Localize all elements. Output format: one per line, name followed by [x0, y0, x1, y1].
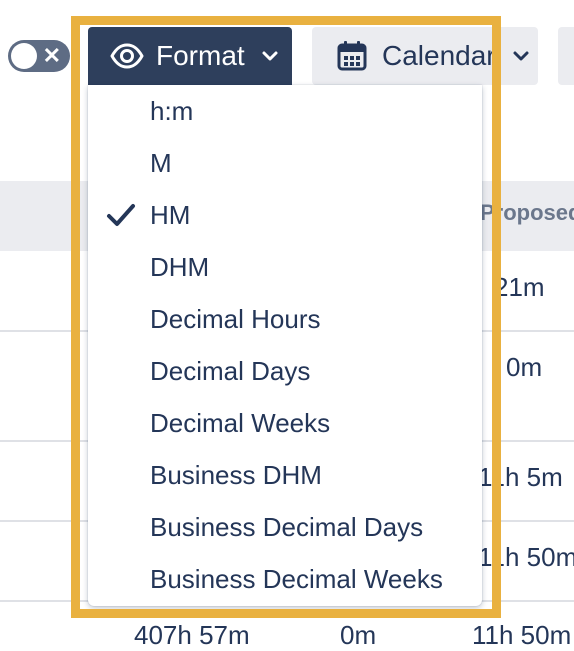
menu-item-m[interactable]: M	[88, 137, 482, 189]
menu-item-business-decimal-days[interactable]: Business Decimal Days	[88, 501, 482, 553]
menu-item-label: HM	[150, 199, 191, 230]
menu-item-dhm[interactable]: DHM	[88, 241, 482, 293]
menu-item-hm-colon[interactable]: h:m	[88, 85, 482, 137]
column-header-proposed: Proposed	[480, 200, 574, 225]
menu-item-label: DHM	[150, 251, 210, 282]
toolbar-button-partial[interactable]	[558, 27, 574, 85]
toggle-switch[interactable]: ✕	[8, 40, 70, 72]
calendar-label: Calendar	[382, 40, 496, 71]
menu-item-decimal-weeks[interactable]: Decimal Weeks	[88, 397, 482, 449]
menu-item-hm[interactable]: HM	[88, 189, 482, 241]
menu-item-decimal-days[interactable]: Decimal Days	[88, 345, 482, 397]
chevron-down-icon	[262, 51, 278, 61]
calendar-icon	[337, 41, 367, 71]
table-cell-proposed: 11h 50m	[478, 542, 574, 572]
menu-item-label: h:m	[150, 95, 194, 126]
table-cell: 407h 57m	[134, 620, 250, 650]
table-cell-proposed: 11h 5m	[478, 462, 563, 492]
format-label: Format	[156, 40, 245, 71]
checkmark-icon	[107, 204, 135, 226]
menu-item-business-decimal-weeks[interactable]: Business Decimal Weeks	[88, 553, 482, 605]
menu-item-label: M	[150, 147, 172, 178]
table-cell-proposed: 11h 50m	[472, 620, 572, 650]
format-dropdown-menu: h:m M HM DHM Decimal Hours Decimal Days …	[88, 85, 482, 606]
menu-item-label: Business Decimal Weeks	[150, 563, 443, 594]
close-icon: ✕	[42, 43, 61, 68]
calendar-button[interactable]: Calendar	[312, 27, 538, 85]
format-button[interactable]: Format	[88, 27, 292, 85]
menu-item-label: Decimal Hours	[150, 303, 321, 334]
chevron-down-icon	[513, 51, 529, 61]
eye-icon	[110, 43, 144, 69]
table-cell-proposed: 0m	[506, 352, 543, 382]
table-cell-proposed: 21m	[494, 272, 545, 302]
menu-item-label: Business Decimal Days	[150, 511, 424, 542]
menu-item-label: Decimal Weeks	[150, 407, 331, 438]
toggle-knob	[11, 43, 37, 69]
menu-item-business-dhm[interactable]: Business DHM	[88, 449, 482, 501]
menu-item-label: Decimal Days	[150, 355, 311, 386]
table-cell: 0m	[340, 620, 377, 650]
menu-item-label: Business DHM	[150, 459, 322, 490]
menu-item-decimal-hours[interactable]: Decimal Hours	[88, 293, 482, 345]
